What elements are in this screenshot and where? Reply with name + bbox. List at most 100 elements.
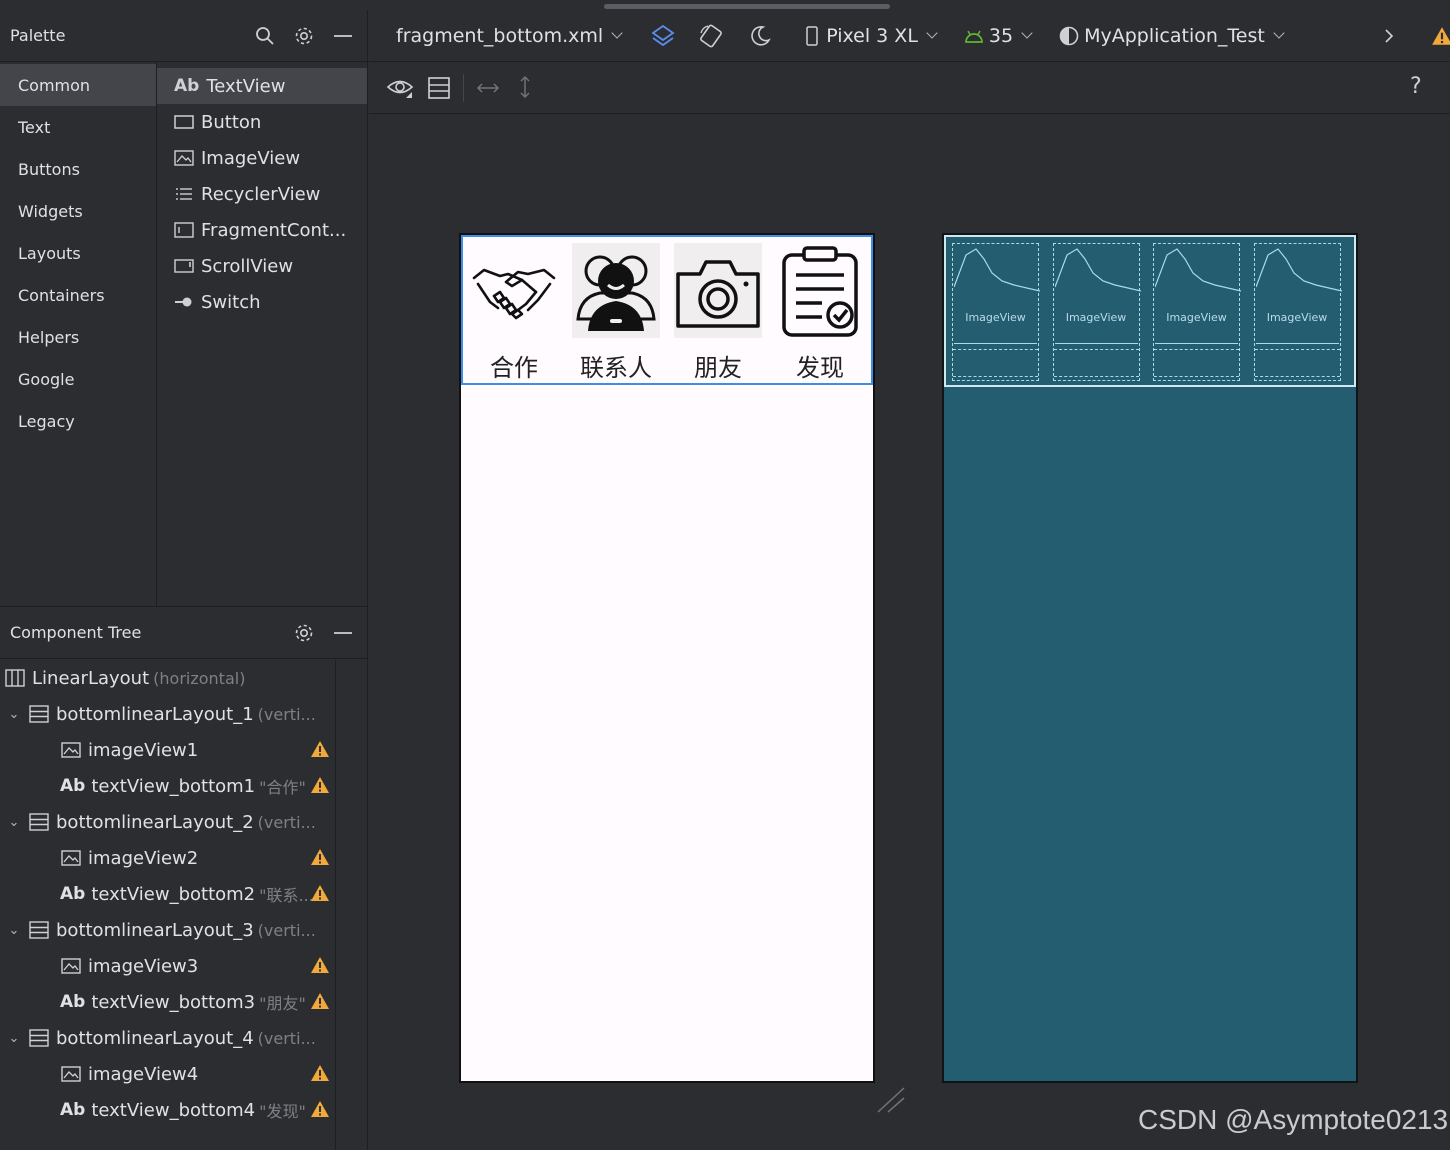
category-widgets[interactable]: Widgets [0, 190, 156, 232]
chevron-right-icon[interactable] [1383, 28, 1395, 44]
file-selector[interactable]: fragment_bottom.xml [396, 25, 623, 47]
blueprint-imageview: ImageView [1155, 245, 1241, 344]
component-tree-header: Component Tree [0, 607, 367, 659]
linear-vertical-icon [28, 921, 50, 939]
tree-row-name: textView_bottom3 [91, 991, 256, 1013]
palette-item-fragmentcontainer[interactable]: FragmentCont... [157, 212, 367, 248]
blueprint-toggle-icon[interactable] [428, 77, 450, 103]
warning-icon[interactable] [1431, 26, 1450, 46]
api-selector[interactable]: 35 [964, 25, 1033, 47]
switch-icon [174, 296, 194, 308]
search-icon[interactable] [251, 22, 279, 50]
blueprint-cell[interactable]: ImageView [952, 243, 1040, 381]
orientation-icon[interactable] [698, 23, 724, 49]
tree-row-textview[interactable]: Ab textView_bottom2 "联系... [0, 876, 335, 912]
tree-row-root[interactable]: LinearLayout (horizontal) [0, 660, 335, 696]
blueprint-imageview: ImageView [1255, 245, 1342, 344]
blueprint-textview [953, 349, 1038, 377]
blueprint-cell[interactable]: ImageView [1253, 243, 1342, 381]
blueprint-textview [1154, 349, 1239, 377]
horizontal-resize-icon[interactable] [476, 80, 500, 99]
minimize-icon[interactable] [329, 619, 357, 647]
category-legacy[interactable]: Legacy [0, 400, 156, 442]
gear-icon[interactable] [290, 619, 318, 647]
warning-icon[interactable] [310, 1064, 330, 1087]
camera-icon [674, 243, 762, 338]
drag-handle[interactable] [604, 4, 890, 9]
linear-horizontal-icon [4, 669, 26, 687]
night-mode-icon[interactable] [748, 24, 772, 48]
image-icon [60, 1065, 82, 1083]
tree-row-imageview[interactable]: imageView4 [0, 1056, 335, 1092]
image-icon [60, 741, 82, 759]
category-google[interactable]: Google [0, 358, 156, 400]
chevron-down-icon[interactable]: ⌄ [0, 707, 28, 722]
tree-row-name: textView_bottom1 [91, 775, 256, 797]
tab-contacts[interactable]: 联系人 [565, 237, 667, 383]
blueprint-cell[interactable]: ImageView [1153, 243, 1241, 381]
warning-icon[interactable] [310, 848, 330, 871]
tree-row-layout[interactable]: ⌄ bottomlinearLayout_4 (verti... [0, 1020, 335, 1056]
tree-row-imageview[interactable]: imageView3 [0, 948, 335, 984]
blueprint-label: ImageView [1166, 311, 1227, 324]
tree-row-textview[interactable]: Ab textView_bottom4 "发现" [0, 1092, 335, 1128]
warning-icon[interactable] [310, 956, 330, 979]
palette-item-label: TextView [206, 75, 286, 97]
tree-row-name: bottomlinearLayout_1 [56, 703, 254, 725]
warning-icon[interactable] [310, 740, 330, 763]
category-common[interactable]: Common [0, 64, 156, 106]
tree-row-imageview[interactable]: imageView2 [0, 840, 335, 876]
blueprint-imageview: ImageView [1054, 245, 1141, 344]
category-layouts[interactable]: Layouts [0, 232, 156, 274]
palette-item-button[interactable]: Button [157, 104, 367, 140]
tab-discover[interactable]: 发现 [769, 237, 871, 383]
eye-icon[interactable] [386, 76, 414, 104]
gear-icon[interactable] [290, 22, 318, 50]
warning-icon[interactable] [310, 776, 330, 799]
palette-item-scrollview[interactable]: ScrollView [157, 248, 367, 284]
image-icon [60, 849, 82, 867]
chevron-down-icon[interactable]: ⌄ [0, 923, 28, 938]
tree-row-name: textView_bottom2 [91, 883, 256, 905]
tree-row-layout[interactable]: ⌄ bottomlinearLayout_3 (verti... [0, 912, 335, 948]
warning-icon[interactable] [310, 884, 330, 907]
blueprint-label: ImageView [1266, 311, 1328, 324]
help-icon[interactable]: ? [1410, 74, 1422, 99]
category-helpers[interactable]: Helpers [0, 316, 156, 358]
device-selector[interactable]: Pixel 3 XL [806, 25, 938, 47]
vertical-resize-icon[interactable] [518, 75, 532, 103]
chevron-down-icon[interactable]: ⌄ [0, 815, 28, 830]
category-containers[interactable]: Containers [0, 274, 156, 316]
bottom-nav-preview[interactable]: 合作 联系人 朋友 发现 [461, 235, 873, 385]
palette-item-imageview[interactable]: ImageView [157, 140, 367, 176]
tree-row-textview[interactable]: Ab textView_bottom3 "朋友" [0, 984, 335, 1020]
scroll-icon [174, 259, 194, 273]
tab-cooperation[interactable]: 合作 [463, 237, 565, 383]
tree-row-layout[interactable]: ⌄ bottomlinearLayout_1 (verti... [0, 696, 335, 732]
blueprint-cell[interactable]: ImageView [1052, 243, 1141, 381]
blueprint-bottom-nav[interactable]: ImageView ImageView ImageView ImageView [944, 235, 1356, 387]
palette-item-recyclerview[interactable]: RecyclerView [157, 176, 367, 212]
resize-handle-icon[interactable] [876, 1086, 906, 1118]
minimize-icon[interactable] [329, 22, 357, 50]
phone-icon [806, 25, 818, 46]
ab-text-icon: Ab [60, 776, 86, 796]
warning-icon[interactable] [310, 1100, 330, 1123]
component-tree-title: Component Tree [10, 623, 142, 642]
palette-panel: Palette Common Text Buttons Widgets Layo… [0, 10, 368, 606]
palette-item-textview[interactable]: Ab TextView [157, 68, 367, 104]
palette-item-switch[interactable]: Switch [157, 284, 367, 320]
theme-selector[interactable]: MyApplication_Test [1059, 25, 1285, 47]
button-icon [174, 115, 194, 129]
layers-icon[interactable] [650, 23, 676, 49]
warning-icon[interactable] [310, 992, 330, 1015]
tree-row-layout[interactable]: ⌄ bottomlinearLayout_2 (verti... [0, 804, 335, 840]
tab-label: 合作 [490, 354, 538, 382]
tree-row-textview[interactable]: Ab textView_bottom1 "合作" [0, 768, 335, 804]
category-text[interactable]: Text [0, 106, 156, 148]
chevron-down-icon[interactable]: ⌄ [0, 1031, 28, 1046]
tree-row-imageview[interactable]: imageView1 [0, 732, 335, 768]
tab-friends[interactable]: 朋友 [667, 237, 769, 383]
category-buttons[interactable]: Buttons [0, 148, 156, 190]
tree-row-hint: (verti... [257, 704, 316, 724]
